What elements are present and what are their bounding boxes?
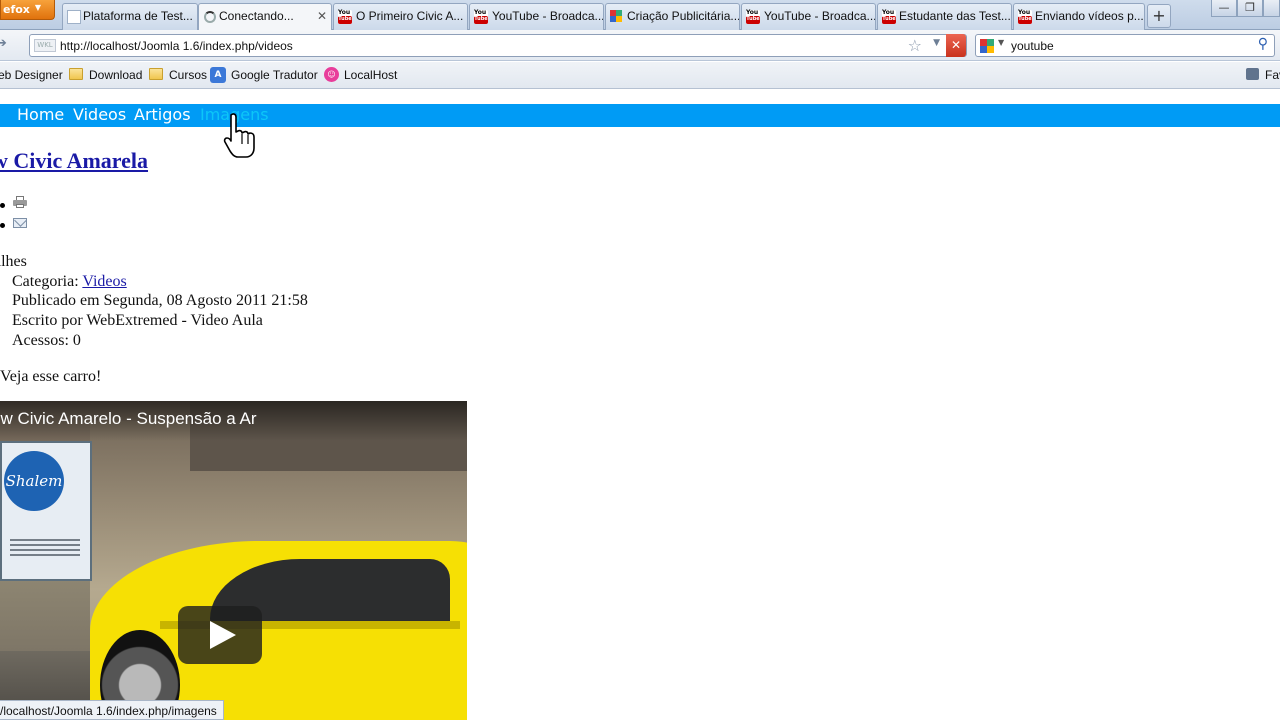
tab-strip: efox ▼ Plataforma de Test... Conectando.… xyxy=(0,0,1280,31)
search-icon[interactable]: ⚲ xyxy=(1258,36,1268,52)
bookmark-google-tradutor[interactable]: Google Tradutor xyxy=(231,68,318,82)
published-date: Publicado em Segunda, 08 Agosto 2011 21:… xyxy=(12,292,308,309)
tab-plataforma[interactable]: Plataforma de Test... xyxy=(62,3,198,30)
bookmarks-toolbar: eb Designer Download Cursos A Google Tra… xyxy=(0,62,1280,89)
blank-page-icon xyxy=(67,10,81,24)
favorites-icon xyxy=(1246,68,1259,80)
youtube-icon xyxy=(1018,9,1032,24)
bookmark-localhost[interactable]: LocalHost xyxy=(344,68,397,82)
folder-icon xyxy=(69,68,83,80)
play-button-icon[interactable] xyxy=(178,606,262,664)
tab-enviando-videos[interactable]: Enviando vídeos p... xyxy=(1013,3,1145,30)
youtube-video-player[interactable]: Shalem ew Civic Amarelo - Suspensão a Ar xyxy=(0,401,467,720)
email-icon[interactable] xyxy=(13,218,27,228)
category-link[interactable]: Videos xyxy=(82,273,126,290)
sign-logo: Shalem xyxy=(4,451,64,511)
tab-title: Plataforma de Test... xyxy=(83,9,193,23)
tab-estudante[interactable]: Estudante das Test... xyxy=(877,3,1012,30)
category-label: Categoria: xyxy=(12,273,79,290)
tab-title: O Primeiro Civic A... xyxy=(356,9,464,23)
tab-primeiro-civic[interactable]: O Primeiro Civic A... xyxy=(333,3,468,30)
author-line: Escrito por WebExtremed - Video Aula xyxy=(12,312,263,329)
localhost-icon: ☺ xyxy=(324,67,339,82)
stop-icon[interactable]: ✕ xyxy=(946,34,966,57)
restore-icon[interactable]: ❐ xyxy=(1237,0,1263,17)
video-title[interactable]: ew Civic Amarelo - Suspensão a Ar xyxy=(0,409,257,429)
hand-cursor-icon xyxy=(223,113,255,158)
firefox-menu-button[interactable]: efox ▼ xyxy=(0,0,55,20)
star-bookmark-icon[interactable]: ☆ xyxy=(908,36,922,55)
site-main-menu: Home Videos Artigos Imagens xyxy=(0,104,1280,127)
menu-home[interactable]: Home xyxy=(17,105,64,124)
hits-count: Acessos: 0 xyxy=(12,332,81,349)
bookmark-web-designer[interactable]: eb Designer xyxy=(0,68,63,82)
menu-artigos[interactable]: Artigos xyxy=(134,105,191,124)
tab-title: YouTube - Broadca... xyxy=(492,9,604,23)
tab-title: Criação Publicitária... xyxy=(627,9,740,23)
print-icon[interactable] xyxy=(13,196,27,208)
close-tab-icon[interactable]: ✕ xyxy=(317,9,327,23)
google-engine-icon[interactable] xyxy=(980,39,994,53)
chevron-down-icon[interactable]: ▼ xyxy=(998,38,1004,47)
details-heading: alhes xyxy=(0,253,27,270)
chevron-down-icon[interactable]: ▼ xyxy=(933,38,940,48)
bookmark-favorites[interactable]: Fav xyxy=(1265,68,1280,82)
navigation-toolbar: ➔ WKL http://localhost/Joomla 1.6/index.… xyxy=(0,30,1280,61)
chevron-down-icon: ▼ xyxy=(34,3,41,12)
tab-criacao-publicitaria[interactable]: Criação Publicitária... xyxy=(605,3,740,30)
tab-title: Estudante das Test... xyxy=(899,9,1011,23)
sign-text-lines xyxy=(10,539,80,557)
article-title-link[interactable]: w Civic Amarela xyxy=(0,148,148,174)
intro-text: Veja esse carro! xyxy=(0,368,102,385)
loading-spinner-icon xyxy=(204,11,216,23)
youtube-icon xyxy=(882,9,896,24)
video-frame-sign: Shalem xyxy=(0,441,92,581)
new-tab-button[interactable]: + xyxy=(1147,4,1171,28)
forward-arrow-icon[interactable]: ➔ xyxy=(0,36,16,56)
tab-youtube-broadcast-1[interactable]: YouTube - Broadca... xyxy=(469,3,604,30)
address-bar[interactable]: WKL http://localhost/Joomla 1.6/index.ph… xyxy=(29,34,967,57)
google-translate-icon: A xyxy=(210,67,226,83)
tab-title: YouTube - Broadca... xyxy=(764,9,876,23)
firefox-menu-label: efox xyxy=(3,3,30,16)
minimize-icon[interactable]: — xyxy=(1211,0,1237,17)
bullet xyxy=(0,203,5,208)
tab-title: Conectando... xyxy=(219,9,294,23)
menu-videos[interactable]: Videos xyxy=(73,105,126,124)
youtube-icon xyxy=(474,9,488,24)
tab-youtube-broadcast-2[interactable]: YouTube - Broadca... xyxy=(741,3,876,30)
close-window-icon[interactable] xyxy=(1263,0,1280,17)
youtube-icon xyxy=(338,9,352,24)
tab-conectando[interactable]: Conectando... ✕ xyxy=(198,3,332,31)
youtube-icon xyxy=(746,9,760,24)
category-line: Categoria: Videos xyxy=(12,273,127,291)
search-bar[interactable]: ▼ youtube ⚲ xyxy=(975,34,1275,57)
folder-icon xyxy=(149,68,163,80)
search-input[interactable]: youtube xyxy=(1011,39,1054,53)
site-identity-icon[interactable]: WKL xyxy=(34,39,56,52)
google-icon xyxy=(610,10,622,22)
tab-title: Enviando vídeos p... xyxy=(1035,9,1144,23)
bullet xyxy=(0,223,5,228)
url-input[interactable]: http://localhost/Joomla 1.6/index.php/vi… xyxy=(60,39,293,53)
bookmark-download[interactable]: Download xyxy=(89,68,142,82)
bookmark-cursos[interactable]: Cursos xyxy=(169,68,207,82)
status-bar: /localhost/Joomla 1.6/index.php/imagens xyxy=(0,700,224,720)
